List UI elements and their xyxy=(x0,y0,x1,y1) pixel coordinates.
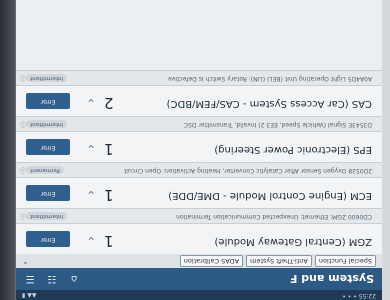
error-button[interactable]: Error xyxy=(26,185,70,201)
tab-special-function[interactable]: Special Function xyxy=(314,255,376,267)
list-icon[interactable]: ☷ xyxy=(46,273,58,285)
info-icon[interactable]: ⓘ xyxy=(20,166,26,175)
error-button[interactable]: Error xyxy=(26,231,70,247)
module-name: EPS (Electronic Power Steering) xyxy=(214,144,372,155)
info-icon[interactable]: ⓘ xyxy=(20,74,26,83)
fault-count: 1 xyxy=(104,232,114,250)
fault-description: D3543E Signal (Vehicle Speed, EE3 2) Inv… xyxy=(183,121,372,128)
status-bar: 22:55 • • • ▲▲ ▮ xyxy=(16,290,382,300)
error-button[interactable]: Error xyxy=(26,139,70,155)
fault-count: 1 xyxy=(104,186,114,204)
fault-row[interactable]: CD0600 ZGM: Ethernet: Unexpected Communi… xyxy=(16,208,382,223)
module-name: CAS (Car Access System - CAS/FEM/BDC) xyxy=(166,98,372,109)
module-row[interactable]: EPS (Electronic Power Steering) 1 ⌄ Error xyxy=(16,131,382,162)
fault-status-badge: Permanent xyxy=(26,166,64,174)
chevron-up-icon[interactable]: ⌃ xyxy=(22,257,29,266)
tab-adas-calibration[interactable]: ADAS Calibration xyxy=(179,255,244,267)
info-icon[interactable]: ⓘ xyxy=(20,120,26,129)
module-name: ECM (Engine Control Module - DME/DDE) xyxy=(168,190,372,201)
fault-count: 2 xyxy=(104,94,114,112)
chevron-down-icon[interactable]: ⌄ xyxy=(86,188,96,202)
module-row[interactable]: ECM (Engine Control Module - DME/DDE) 1 ⌄ E… xyxy=(16,177,382,208)
page-title: System and F xyxy=(289,272,374,286)
chevron-down-icon[interactable]: ⌄ xyxy=(86,142,96,156)
fault-status-badge: Intermittent xyxy=(26,120,68,128)
chevron-down-icon[interactable]: ⌄ xyxy=(86,96,96,110)
fault-row[interactable]: D3543E Signal (Vehicle Speed, EE3 2) Inv… xyxy=(16,116,382,131)
fault-row[interactable]: A0A4D5 Light Operating Unit (BEL) (LIN):… xyxy=(16,70,382,85)
fault-description: 2D0528 Oxygen Sensor After Catalytic Con… xyxy=(123,167,372,174)
error-button[interactable]: Error xyxy=(26,93,70,109)
function-tabs: Special Function Anti-Theft System ADAS … xyxy=(16,254,382,268)
fault-row[interactable]: 2D0528 Oxygen Sensor After Catalytic Con… xyxy=(16,162,382,177)
status-time: 22:55 • • • xyxy=(342,292,376,299)
system-list: ZGM (Central Gateway Module) 1 ⌄ Error CD060… xyxy=(16,70,382,254)
info-icon[interactable]: ⓘ xyxy=(20,212,26,221)
module-row[interactable]: ZGM (Central Gateway Module) 1 ⌄ Error xyxy=(16,223,382,254)
module-name: ZGM (Central Gateway Module) xyxy=(214,236,372,247)
title-bar: System and F ⌂ ☷ ☰ xyxy=(16,268,382,290)
fault-status-badge: Intermittent xyxy=(26,212,68,220)
tablet-photo: 22:55 • • • ▲▲ ▮ System and F ⌂ ☷ ☰ Spec… xyxy=(0,0,390,300)
tablet-screen: 22:55 • • • ▲▲ ▮ System and F ⌂ ☷ ☰ Spec… xyxy=(16,0,382,300)
status-icons: ▲▲ ▮ xyxy=(22,292,37,299)
tab-anti-theft-system[interactable]: Anti-Theft System xyxy=(246,255,312,267)
fault-count: 1 xyxy=(104,140,114,158)
chevron-down-icon[interactable]: ⌄ xyxy=(86,234,96,248)
home-icon[interactable]: ⌂ xyxy=(68,273,80,285)
menu-icon[interactable]: ☰ xyxy=(24,273,36,285)
fault-description: A0A4D5 Light Operating Unit (BEL) (LIN):… xyxy=(168,75,372,82)
fault-description: CD0600 ZGM: Ethernet: Unexpected Communi… xyxy=(176,213,372,220)
module-row[interactable]: CAS (Car Access System - CAS/FEM/BDC) 2 ⌄ E… xyxy=(16,85,382,116)
fault-status-badge: Intermittent xyxy=(26,74,68,82)
